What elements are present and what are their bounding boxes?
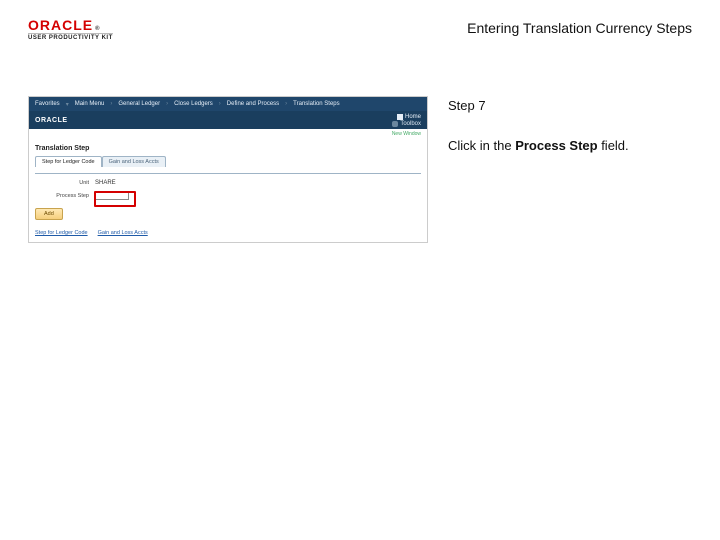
home-icon[interactable] [397, 114, 403, 120]
bottom-link[interactable]: Step for Ledger Code [35, 230, 88, 236]
form-title: Translation Step [35, 145, 421, 152]
process-step-label: Process Step [35, 193, 89, 199]
breadcrumb: Favorites▾ Main Menu› General Ledger› Cl… [29, 97, 427, 111]
add-button[interactable]: Add [35, 208, 63, 220]
logo-text: ORACLE [28, 18, 93, 32]
step-number: Step 7 [448, 96, 692, 116]
new-window-link[interactable]: New Window [392, 131, 421, 137]
tab-step-for-ledger-code[interactable]: Step for Ledger Code [35, 156, 102, 167]
nav-item[interactable]: Close Ledgers [174, 101, 213, 107]
home-link[interactable]: Home [405, 114, 421, 120]
nav-item[interactable]: Main Menu [75, 101, 105, 107]
nav-item[interactable]: Translation Steps [293, 101, 339, 107]
app-brand: ORACLE [35, 117, 68, 124]
instr-target: Process Step [515, 138, 597, 153]
step-instruction: Click in the Process Step field. [448, 136, 692, 156]
page-title: Entering Translation Currency Steps [467, 20, 692, 36]
registered-mark: ® [95, 26, 100, 32]
nav-item[interactable]: Favorites [35, 101, 60, 107]
nav-item[interactable]: Define and Process [227, 101, 279, 107]
unit-label: Unit [35, 180, 89, 186]
toolbox-icon[interactable] [392, 121, 398, 127]
tab-gain-and-loss-accts[interactable]: Gain and Loss Accts [102, 156, 166, 167]
embedded-screenshot: Favorites▾ Main Menu› General Ledger› Cl… [28, 96, 428, 243]
instr-prefix: Click in the [448, 138, 515, 153]
logo-subtitle: USER PRODUCTIVITY KIT [28, 33, 113, 41]
toolbox-label[interactable]: Toolbox [400, 121, 421, 127]
unit-value: SHARE [95, 180, 116, 186]
instr-suffix: field. [598, 138, 629, 153]
nav-item[interactable]: General Ledger [118, 101, 160, 107]
bottom-link[interactable]: Gain and Loss Accts [98, 230, 148, 236]
process-step-field[interactable] [95, 192, 129, 200]
